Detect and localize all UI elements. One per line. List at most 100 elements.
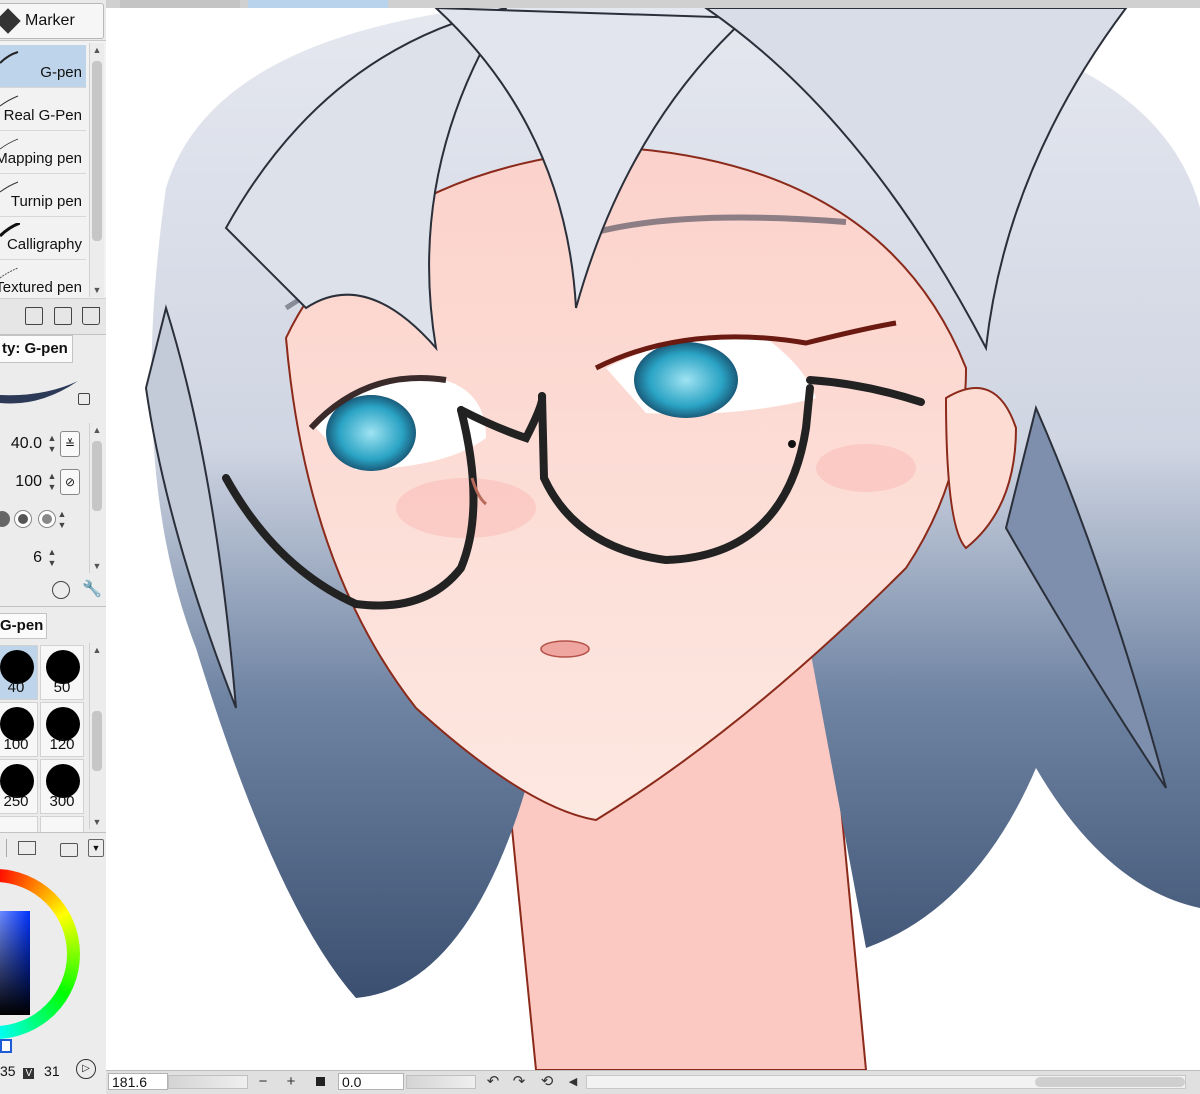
play-icon[interactable]: ▷ xyxy=(76,1059,96,1079)
brush-size-preset-label: 50 xyxy=(53,679,71,696)
tool-item-textured-pen[interactable]: Textured pen xyxy=(0,260,86,299)
trash-icon[interactable] xyxy=(82,307,100,325)
opacity-value[interactable]: 100 xyxy=(15,473,42,491)
brush-size-preset-label: 120 xyxy=(49,736,75,753)
brush-size-spinner[interactable]: ▲ ▼ xyxy=(46,433,58,455)
stabilization-spinner[interactable]: ▲ ▼ xyxy=(46,547,58,569)
rotate-right-icon[interactable]: ↷ xyxy=(510,1073,528,1091)
lock-icon[interactable] xyxy=(78,393,90,405)
tool-item-turnip-pen[interactable]: Turnip pen xyxy=(0,174,86,217)
v-label: V xyxy=(23,1068,35,1079)
brush-size-value[interactable]: 40.0 xyxy=(11,435,42,453)
hue-value: 35 xyxy=(0,1063,16,1079)
brush-size-preset[interactable]: 250 xyxy=(0,759,38,814)
anti-aliasing-option[interactable] xyxy=(14,510,32,528)
tool-item-label: Real G-Pen xyxy=(3,107,82,124)
zoom-field[interactable]: 181.6 xyxy=(108,1073,168,1090)
mole xyxy=(788,440,796,448)
main-color-swatch[interactable] xyxy=(0,1039,12,1053)
tool-item-calligraphy[interactable]: Calligraphy xyxy=(0,217,86,260)
brush-size-preset[interactable] xyxy=(40,816,84,833)
mouth xyxy=(540,640,590,658)
tool-property-panel: ty: G-pen 40.0 ▲ ▼ ≚ 100 ▲ ▼ ⊘ ▲ ▼ 6 ▲ ▼ 🔧 ▲… xyxy=(0,334,106,607)
brush-size-preset[interactable]: 300 xyxy=(40,759,84,814)
brush-size-scrollbar[interactable]: ▲ ▼ xyxy=(89,643,104,829)
color-panel-tabs: ▼ xyxy=(0,837,104,861)
pen-stroke-icon xyxy=(0,223,20,237)
opacity-spinner[interactable]: ▲ ▼ xyxy=(46,471,58,493)
brush-size-preset[interactable]: 40 xyxy=(0,645,38,700)
anti-aliasing-row: ▲ ▼ xyxy=(0,505,86,535)
rotation-field[interactable]: 0.0 xyxy=(338,1073,404,1090)
brush-size-preset[interactable]: 100 xyxy=(0,702,38,757)
document-tab[interactable] xyxy=(120,0,240,8)
fit-screen-icon[interactable] xyxy=(316,1077,325,1086)
brush-size-preset[interactable]: 50 xyxy=(40,645,84,700)
opacity-toggle-icon[interactable]: ⊘ xyxy=(60,469,80,495)
scroll-down-icon[interactable]: ▼ xyxy=(90,559,104,573)
color-history-icon[interactable] xyxy=(60,843,78,857)
rotate-left-icon[interactable]: ↶ xyxy=(484,1073,502,1091)
color-set-icon[interactable] xyxy=(18,841,36,855)
zoom-out-button[interactable]: − xyxy=(254,1073,272,1091)
pen-stroke-icon xyxy=(0,138,19,150)
stabilization-value[interactable]: 6 xyxy=(33,549,42,567)
stabilization-row: 6 ▲ ▼ xyxy=(0,543,86,573)
anti-aliasing-spinner[interactable]: ▲ ▼ xyxy=(56,509,68,531)
scroll-thumb[interactable] xyxy=(92,61,102,241)
tool-item-mapping-pen[interactable]: Mapping pen xyxy=(0,131,86,174)
brush-size-preset[interactable] xyxy=(0,816,38,833)
brush-size-preset-label: 40 xyxy=(7,679,25,696)
import-icon[interactable] xyxy=(25,307,43,325)
pressure-toggle-icon[interactable]: ≚ xyxy=(60,431,80,457)
scroll-up-icon[interactable]: ▲ xyxy=(90,43,104,57)
saturation-value-box[interactable] xyxy=(0,911,30,1015)
panel-menu-icon[interactable]: ▼ xyxy=(88,839,104,857)
scroll-down-icon[interactable]: ▼ xyxy=(90,815,104,829)
scroll-thumb[interactable] xyxy=(92,441,102,511)
duplicate-icon[interactable] xyxy=(54,307,72,325)
history-icon[interactable] xyxy=(52,581,70,599)
tool-property-scrollbar[interactable]: ▲ ▼ xyxy=(89,423,104,573)
scroll-left-icon[interactable]: ◀ xyxy=(564,1073,582,1091)
brush-size-title: G-pen xyxy=(0,613,47,639)
document-tab-active[interactable] xyxy=(248,0,388,8)
tool-item-real-g-pen[interactable]: Real G-Pen xyxy=(0,88,86,131)
horizontal-scrollbar[interactable] xyxy=(586,1075,1186,1089)
brush-size-preset-label: 300 xyxy=(49,793,75,810)
reset-rotation-icon[interactable]: ⟲ xyxy=(538,1073,556,1091)
color-wheel-panel: ▼ 35 V 31 ▷ xyxy=(0,832,106,1094)
scroll-up-icon[interactable]: ▲ xyxy=(90,643,104,657)
color-tab[interactable] xyxy=(0,839,7,857)
tool-item-label: Calligraphy xyxy=(6,236,82,253)
document-tab-bar xyxy=(0,0,1200,8)
zoom-slider[interactable] xyxy=(168,1075,248,1089)
brush-size-preset-label: 100 xyxy=(3,736,29,753)
anti-aliasing-option[interactable] xyxy=(0,511,10,527)
tool-item-label: Mapping pen xyxy=(0,150,82,167)
brush-size-preset-label: 250 xyxy=(3,793,29,810)
rotation-slider[interactable] xyxy=(406,1075,476,1089)
pen-stroke-icon xyxy=(0,51,19,64)
tool-list-scrollbar[interactable]: ▲ ▼ xyxy=(89,43,104,297)
scroll-down-icon[interactable]: ▼ xyxy=(90,283,104,297)
zoom-in-button[interactable]: + xyxy=(282,1073,300,1091)
drawing-canvas[interactable] xyxy=(106,8,1200,1070)
marker-group-label: Marker xyxy=(25,12,75,29)
brush-stroke-preview xyxy=(0,381,78,404)
pen-stroke-icon xyxy=(0,181,19,193)
marker-group-button[interactable]: Marker xyxy=(0,3,104,39)
scroll-thumb[interactable] xyxy=(92,711,102,771)
pen-stroke-icon xyxy=(0,95,19,107)
scroll-up-icon[interactable]: ▲ xyxy=(90,423,104,437)
wrench-icon[interactable]: 🔧 xyxy=(82,581,102,599)
brush-size-preset[interactable]: 120 xyxy=(40,702,84,757)
tool-item-g-pen[interactable]: G-pen xyxy=(0,45,86,88)
scroll-thumb[interactable] xyxy=(1035,1077,1185,1087)
tool-property-title: ty: G-pen xyxy=(0,335,73,363)
pen-stroke-icon xyxy=(0,267,19,279)
marker-icon xyxy=(0,8,21,34)
anti-aliasing-option[interactable] xyxy=(38,510,56,528)
v-value: 31 xyxy=(44,1063,60,1079)
tool-item-label: G-pen xyxy=(40,64,82,81)
